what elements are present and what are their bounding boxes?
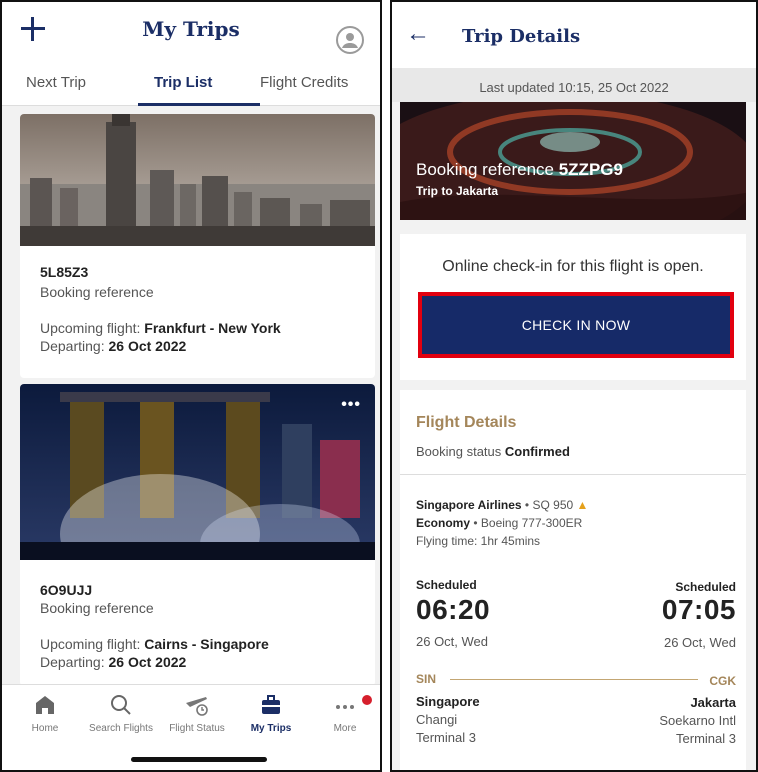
- tab-flight-credits[interactable]: Flight Credits: [260, 74, 348, 91]
- trip-image-singapore: [20, 384, 375, 560]
- depart-date: 26 Oct, Wed: [416, 634, 489, 649]
- depart-code: SIN: [416, 672, 437, 686]
- nav-more[interactable]: More: [306, 691, 380, 734]
- bottom-navigation: Home Search Flights Flight Status My Tri…: [2, 684, 380, 770]
- back-arrow-icon[interactable]: ←: [406, 20, 430, 48]
- notification-badge: [362, 695, 372, 705]
- arrive-time: 07:05: [661, 594, 736, 625]
- check-in-now-button[interactable]: CHECK IN NOW: [418, 292, 734, 358]
- suitcase-icon: [262, 695, 280, 714]
- trip-card[interactable]: 5L85Z3 Booking reference Upcoming flight…: [20, 114, 375, 378]
- section-title: Flight Details: [416, 414, 517, 431]
- booking-reference-label: Booking reference: [40, 600, 154, 616]
- tab-bar: Next Trip Trip List Flight Credits: [2, 60, 380, 106]
- more-icon: [336, 705, 354, 709]
- booking-reference-code: 6O9UJJ: [40, 582, 93, 598]
- header: ← Trip Details: [392, 2, 756, 68]
- upcoming-flight: Upcoming flight: Cairns - Singapore: [40, 636, 269, 652]
- tab-next-trip[interactable]: Next Trip: [26, 74, 86, 91]
- nav-home[interactable]: Home: [6, 691, 84, 734]
- departing-date: Departing: 26 Oct 2022: [40, 338, 187, 354]
- trip-hero-banner: Booking reference 5ZZPG9 Trip to Jakarta: [400, 102, 746, 220]
- search-icon: [111, 695, 131, 715]
- more-options-icon[interactable]: •••: [341, 396, 361, 414]
- flight-details-panel: Flight Details Booking status Confirmed …: [400, 390, 746, 770]
- depart-city: Singapore: [416, 694, 480, 709]
- home-indicator[interactable]: [131, 757, 267, 762]
- divider: [400, 474, 746, 475]
- flight-status-icon: [186, 697, 208, 716]
- booking-reference-code: 5L85Z3: [40, 264, 89, 280]
- upcoming-flight: Upcoming flight: Frankfurt - New York: [40, 320, 281, 336]
- booking-reference: Booking reference 5ZZPG9: [416, 160, 623, 179]
- arrive-city: Jakarta: [690, 695, 736, 710]
- trip-card[interactable]: ••• 6O9UJJ Booking reference Upcoming fl…: [20, 384, 375, 686]
- route-line: [450, 679, 698, 680]
- profile-avatar-button[interactable]: [336, 26, 364, 54]
- arrive-terminal: Terminal 3: [676, 731, 736, 746]
- departing-date: Departing: 26 Oct 2022: [40, 654, 187, 670]
- header: My Trips: [2, 2, 380, 60]
- arrive-airport: Soekarno Intl: [659, 713, 736, 728]
- last-updated: Last updated 10:15, 25 Oct 2022: [392, 68, 756, 102]
- arrive-date: 26 Oct, Wed: [663, 635, 736, 650]
- trip-image-new-york: [20, 114, 375, 246]
- my-trips-screen: My Trips Next Trip Trip List Flight Cred…: [0, 0, 382, 772]
- nav-search-flights[interactable]: Search Flights: [82, 691, 160, 734]
- depart-terminal: Terminal 3: [416, 730, 476, 745]
- page-title: Trip Details: [462, 26, 581, 47]
- trip-details-screen: ← Trip Details Last updated 10:15, 25 Oc…: [390, 0, 758, 772]
- nav-flight-status[interactable]: Flight Status: [158, 691, 236, 734]
- bird-logo-icon: ▲: [576, 498, 589, 512]
- arrive-code: CGK: [709, 674, 736, 688]
- booking-status: Booking status Confirmed: [416, 444, 570, 459]
- check-in-panel: Online check-in for this flight is open.…: [400, 234, 746, 380]
- page-title: My Trips: [142, 17, 240, 41]
- flying-time: Flying time: 1hr 45mins: [416, 534, 541, 548]
- airline-flight: Singapore Airlines • SQ 950 ▲: [416, 498, 589, 512]
- check-in-message: Online check-in for this flight is open.: [442, 258, 704, 275]
- depart-time: 06:20: [416, 594, 491, 625]
- booking-reference-label: Booking reference: [40, 284, 154, 300]
- cabin-aircraft: Economy • Boeing 777-300ER: [416, 516, 583, 530]
- trip-destination: Trip to Jakarta: [416, 184, 499, 198]
- active-tab-indicator: [138, 103, 260, 106]
- depart-scheduled-label: Scheduled: [416, 578, 477, 592]
- user-icon: [342, 33, 358, 48]
- nav-my-trips[interactable]: My Trips: [232, 691, 310, 734]
- home-icon: [36, 696, 54, 714]
- tab-trip-list[interactable]: Trip List: [154, 74, 212, 91]
- depart-airport: Changi: [416, 712, 458, 727]
